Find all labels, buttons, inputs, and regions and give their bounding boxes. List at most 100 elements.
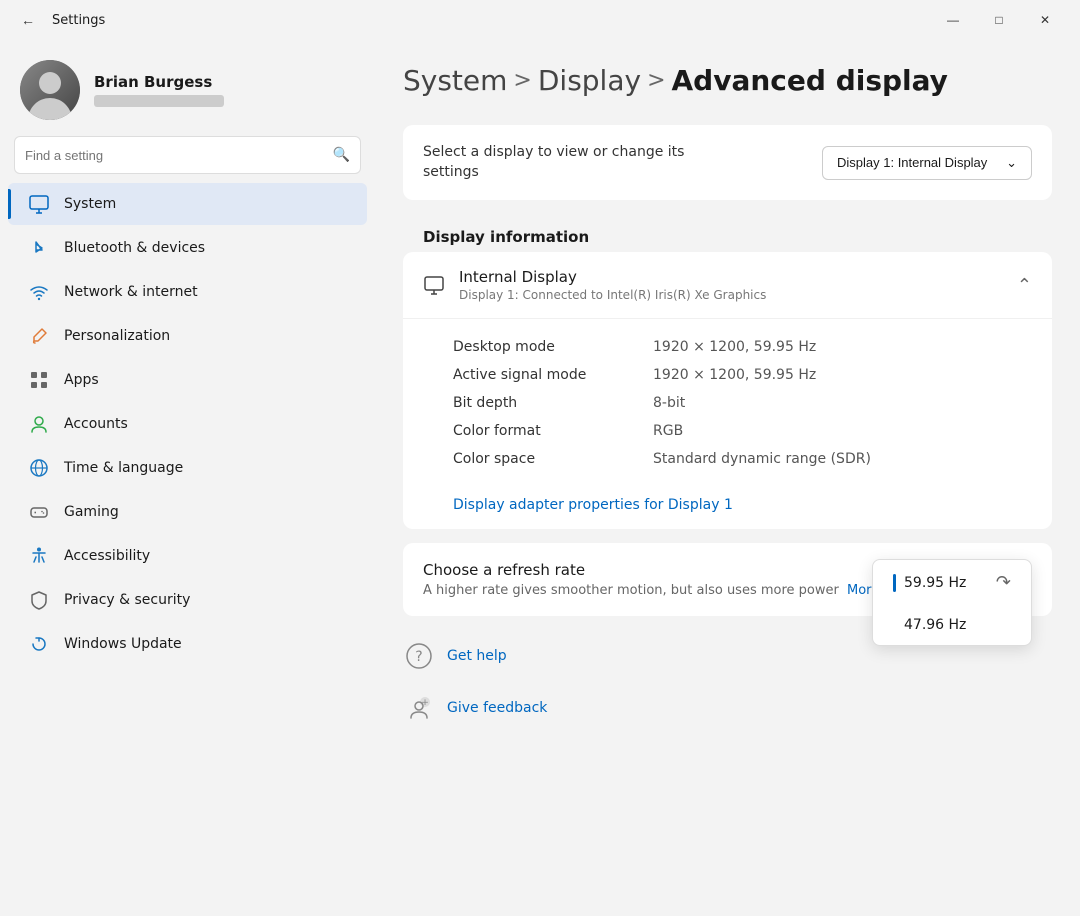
- sidebar-label-system: System: [64, 196, 116, 212]
- sidebar-item-time[interactable]: Time & language: [8, 447, 367, 489]
- sidebar-label-apps: Apps: [64, 372, 99, 388]
- rate-dropdown: 59.95 Hz ↷ 47.96 Hz: [872, 559, 1032, 646]
- app-body: Brian Burgess 🔍 System: [0, 40, 1080, 916]
- search-box[interactable]: 🔍: [14, 136, 361, 174]
- adapter-link[interactable]: Display adapter properties for Display 1: [403, 487, 1052, 529]
- user-info: Brian Burgess: [94, 73, 224, 107]
- give-feedback-item[interactable]: + Give feedback: [403, 682, 1052, 734]
- avatar-image: [20, 60, 80, 120]
- bluetooth-icon: [28, 237, 50, 259]
- give-feedback-link[interactable]: Give feedback: [447, 700, 547, 716]
- get-help-icon: ?: [403, 640, 435, 672]
- apps-icon: [28, 369, 50, 391]
- minimize-button[interactable]: —: [930, 4, 976, 36]
- shield-icon: [28, 589, 50, 611]
- user-email: [94, 95, 224, 107]
- titlebar: ← Settings — □ ✕: [0, 0, 1080, 40]
- maximize-button[interactable]: □: [976, 4, 1022, 36]
- svg-text:?: ?: [415, 649, 422, 665]
- table-row: Bit depth 8-bit: [453, 389, 1032, 417]
- info-label-bitdepth: Bit depth: [453, 395, 653, 411]
- app-title: Settings: [52, 13, 105, 28]
- monitor-icon: [28, 193, 50, 215]
- display-selector-row: Select a display to view or change its s…: [403, 125, 1052, 200]
- info-value-bitdepth: 8-bit: [653, 395, 685, 411]
- sidebar-label-gaming: Gaming: [64, 504, 119, 520]
- display-selector-text: Select a display to view or change its s…: [423, 143, 723, 182]
- table-row: Color space Standard dynamic range (SDR): [453, 445, 1032, 473]
- sidebar-item-network[interactable]: Network & internet: [8, 271, 367, 313]
- sidebar-item-personalization[interactable]: Personalization: [8, 315, 367, 357]
- display-info-header[interactable]: Internal Display Display 1: Connected to…: [403, 252, 1052, 319]
- breadcrumb: System > Display > Advanced display: [403, 64, 1052, 97]
- breadcrumb-display: Display: [538, 64, 641, 97]
- sidebar: Brian Burgess 🔍 System: [0, 40, 375, 916]
- close-button[interactable]: ✕: [1022, 4, 1068, 36]
- wifi-icon: [28, 281, 50, 303]
- user-section: Brian Burgess: [0, 40, 375, 136]
- info-label-colorformat: Color format: [453, 423, 653, 439]
- breadcrumb-system: System: [403, 64, 507, 97]
- display-selector-card: Select a display to view or change its s…: [403, 125, 1052, 200]
- sidebar-item-gaming[interactable]: Gaming: [8, 491, 367, 533]
- window-controls: — □ ✕: [930, 4, 1068, 36]
- sidebar-label-accounts: Accounts: [64, 416, 128, 432]
- info-value-colorspace: Standard dynamic range (SDR): [653, 451, 871, 467]
- sidebar-item-accounts[interactable]: Accounts: [8, 403, 367, 445]
- sidebar-item-apps[interactable]: Apps: [8, 359, 367, 401]
- search-icon: 🔍: [333, 147, 350, 163]
- display-name: Internal Display: [459, 268, 766, 286]
- svg-text:+: +: [421, 698, 429, 708]
- display-dropdown[interactable]: Display 1: Internal Display ⌄: [822, 146, 1032, 180]
- sidebar-label-update: Windows Update: [64, 636, 182, 652]
- display-header-left: Internal Display Display 1: Connected to…: [423, 268, 766, 302]
- update-icon: [28, 633, 50, 655]
- table-row: Active signal mode 1920 × 1200, 59.95 Hz: [453, 361, 1032, 389]
- globe-icon: [28, 457, 50, 479]
- refresh-desc-text: A higher rate gives smoother motion, but…: [423, 583, 839, 598]
- sidebar-label-accessibility: Accessibility: [64, 548, 150, 564]
- sidebar-item-privacy[interactable]: Privacy & security: [8, 579, 367, 621]
- table-row: Color format RGB: [453, 417, 1032, 445]
- back-button[interactable]: ←: [12, 4, 44, 36]
- main-content: System > Display > Advanced display Sele…: [375, 40, 1080, 916]
- brush-icon: [28, 325, 50, 347]
- rate-option-label-4796: 47.96 Hz: [904, 617, 966, 633]
- info-label-desktop: Desktop mode: [453, 339, 653, 355]
- person-icon: [28, 413, 50, 435]
- display-info-card: Internal Display Display 1: Connected to…: [403, 252, 1052, 529]
- sidebar-item-bluetooth[interactable]: Bluetooth & devices: [8, 227, 367, 269]
- avatar: [20, 60, 80, 120]
- chevron-down-icon: ⌄: [1006, 155, 1017, 171]
- sidebar-label-personalization: Personalization: [64, 328, 170, 344]
- info-label-signal: Active signal mode: [453, 367, 653, 383]
- info-value-desktop: 1920 × 1200, 59.95 Hz: [653, 339, 816, 355]
- refresh-rate-card: Choose a refresh rate A higher rate give…: [403, 543, 1052, 616]
- info-label-colorspace: Color space: [453, 451, 653, 467]
- get-help-link[interactable]: Get help: [447, 648, 507, 664]
- breadcrumb-sep2: >: [647, 68, 665, 93]
- accessibility-icon: [28, 545, 50, 567]
- sidebar-label-network: Network & internet: [64, 284, 198, 300]
- rate-option-4796[interactable]: 47.96 Hz: [873, 605, 1031, 645]
- display-dropdown-label: Display 1: Internal Display: [837, 155, 987, 170]
- display-info-section-title: Display information: [403, 214, 1052, 252]
- display-subtitle: Display 1: Connected to Intel(R) Iris(R)…: [459, 288, 766, 302]
- display-monitor-icon: [423, 274, 445, 296]
- feedback-icon: +: [403, 692, 435, 724]
- info-value-signal: 1920 × 1200, 59.95 Hz: [653, 367, 816, 383]
- sidebar-label-privacy: Privacy & security: [64, 592, 190, 608]
- user-name: Brian Burgess: [94, 73, 224, 91]
- table-row: Desktop mode 1920 × 1200, 59.95 Hz: [453, 333, 1032, 361]
- cursor-icon: ↷: [996, 572, 1011, 593]
- gaming-icon: [28, 501, 50, 523]
- sidebar-item-accessibility[interactable]: Accessibility: [8, 535, 367, 577]
- rate-selected-indicator: [893, 574, 896, 592]
- rate-option-5995[interactable]: 59.95 Hz ↷: [873, 560, 1031, 605]
- sidebar-item-update[interactable]: Windows Update: [8, 623, 367, 665]
- search-input[interactable]: [25, 148, 333, 163]
- info-value-colorformat: RGB: [653, 423, 683, 439]
- chevron-up-icon: ⌃: [1017, 275, 1032, 296]
- display-info-table: Desktop mode 1920 × 1200, 59.95 Hz Activ…: [403, 319, 1052, 487]
- sidebar-item-system[interactable]: System: [8, 183, 367, 225]
